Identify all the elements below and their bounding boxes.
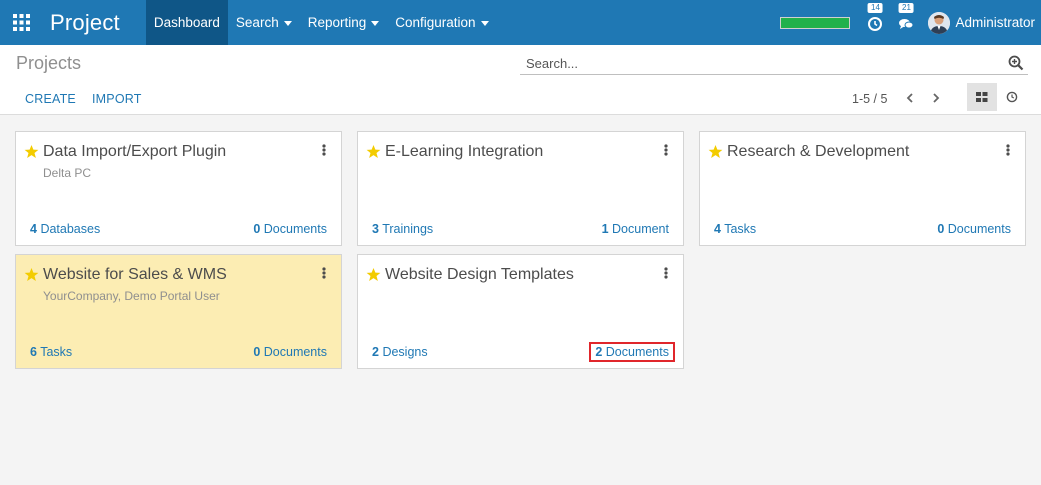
activity-badge: 14 (867, 2, 884, 14)
menu-configuration-label: Configuration (395, 15, 476, 30)
right-count: 0 (253, 345, 261, 359)
import-button[interactable]: IMPORT (92, 92, 142, 106)
right-label: Document (612, 222, 669, 236)
star-icon[interactable] (24, 267, 39, 282)
user-name[interactable]: Administrator (955, 15, 1035, 30)
search-zoom-icon[interactable] (1008, 55, 1024, 71)
caret-down-icon (371, 21, 380, 26)
left-count: 4 (30, 222, 37, 236)
project-left-link[interactable]: 2 Designs (372, 345, 428, 359)
clock-icon (868, 16, 883, 31)
activity-view-icon (1006, 91, 1018, 103)
menu-dashboard[interactable]: Dashboard (145, 0, 228, 45)
activity-button[interactable]: 14 (864, 0, 886, 45)
right-count: 1 (601, 222, 609, 236)
breadcrumb-title: Projects (16, 53, 82, 73)
control-panel: Projects CREATE IMPORT 1-5 / 5 (0, 45, 1041, 115)
caret-down-icon (480, 21, 489, 26)
project-documents-link[interactable]: 0 Documents (937, 222, 1011, 236)
create-button[interactable]: CREATE (25, 92, 76, 106)
kebab-menu-icon[interactable] (321, 144, 327, 158)
left-label: Tasks (40, 345, 73, 359)
messages-button[interactable]: 21 (895, 0, 917, 45)
left-label: Designs (382, 345, 428, 359)
pager-previous-button[interactable] (901, 89, 919, 107)
menu-search-label: Search (235, 15, 279, 30)
pager-next-button[interactable] (927, 89, 945, 107)
project-card[interactable]: E-Learning Integration 3 Trainings 1 Doc… (357, 131, 684, 246)
left-count: 4 (714, 222, 721, 236)
project-documents-link[interactable]: 1 Document (602, 222, 669, 236)
right-count: 0 (253, 222, 261, 236)
main-menu: Dashboard Search Reporting Configuration (145, 0, 497, 45)
project-card[interactable]: Data Import/Export Plugin Delta PC 4 Dat… (15, 131, 342, 246)
project-title: Website Design Templates (385, 266, 574, 283)
project-title: Research & Development (727, 143, 910, 160)
left-label: Trainings (382, 222, 434, 236)
star-icon[interactable] (366, 267, 381, 282)
right-count: 0 (937, 222, 945, 236)
project-card[interactable]: Website Design Templates 2 Designs 2 Doc… (357, 254, 684, 369)
caret-down-icon (283, 21, 292, 26)
systray: 14 21 Administrator (780, 0, 1035, 45)
project-title: Website for Sales & WMS (43, 266, 227, 283)
right-label: Documents (605, 345, 669, 359)
project-left-link[interactable]: 6 Tasks (30, 345, 72, 359)
right-label: Documents (263, 222, 327, 236)
project-card[interactable]: Website for Sales & WMS YourCompany, Dem… (15, 254, 342, 369)
chevron-right-icon (933, 93, 940, 103)
project-title: E-Learning Integration (385, 143, 544, 160)
star-icon[interactable] (366, 144, 381, 159)
progress-bar (780, 16, 851, 29)
messages-badge: 21 (898, 2, 915, 14)
left-count: 6 (30, 345, 37, 359)
right-count: 2 (595, 345, 603, 359)
left-label: Tasks (724, 222, 757, 236)
menu-configuration[interactable]: Configuration (387, 0, 496, 45)
star-icon[interactable] (708, 144, 723, 159)
project-documents-link[interactable]: 0 Documents (253, 222, 327, 236)
project-left-link[interactable]: 4 Databases (30, 222, 100, 236)
menu-dashboard-label: Dashboard (153, 15, 220, 30)
chat-icon (899, 18, 914, 29)
project-card[interactable]: Research & Development 4 Tasks 0 Documen… (699, 131, 1026, 246)
project-subtitle: Delta PC (43, 166, 92, 180)
activity-view-button[interactable] (997, 83, 1027, 111)
left-count: 3 (372, 222, 379, 236)
project-documents-link[interactable]: 0 Documents (253, 345, 327, 359)
app-title: Project (50, 9, 120, 35)
search-bar (520, 52, 1028, 75)
project-title: Data Import/Export Plugin (43, 143, 227, 160)
chevron-left-icon (906, 93, 913, 103)
project-left-link[interactable]: 4 Tasks (714, 222, 756, 236)
menu-reporting[interactable]: Reporting (300, 0, 388, 45)
project-documents-link[interactable]: 2 Documents (589, 342, 675, 362)
left-label: Databases (40, 222, 101, 236)
right-label: Documents (263, 345, 327, 359)
menu-reporting-label: Reporting (307, 15, 367, 30)
project-subtitle: YourCompany, Demo Portal User (43, 289, 220, 303)
menu-search[interactable]: Search (228, 0, 300, 45)
pager-value[interactable]: 1-5 / 5 (852, 92, 887, 106)
kanban-view-icon (976, 92, 988, 102)
progress-fill (781, 17, 850, 28)
kebab-menu-icon[interactable] (321, 267, 327, 281)
kebab-menu-icon[interactable] (663, 267, 669, 281)
search-input[interactable] (520, 52, 990, 74)
apps-grid-icon[interactable] (1, 0, 41, 45)
kebab-menu-icon[interactable] (663, 144, 669, 158)
project-left-link[interactable]: 3 Trainings (372, 222, 433, 236)
kebab-menu-icon[interactable] (1005, 144, 1011, 158)
user-avatar[interactable] (928, 11, 951, 34)
top-navbar: Project Dashboard Search Reporting Confi… (0, 0, 1041, 45)
right-label: Documents (947, 222, 1011, 236)
kanban-view-button[interactable] (967, 83, 997, 111)
star-icon[interactable] (24, 144, 39, 159)
left-count: 2 (372, 345, 379, 359)
